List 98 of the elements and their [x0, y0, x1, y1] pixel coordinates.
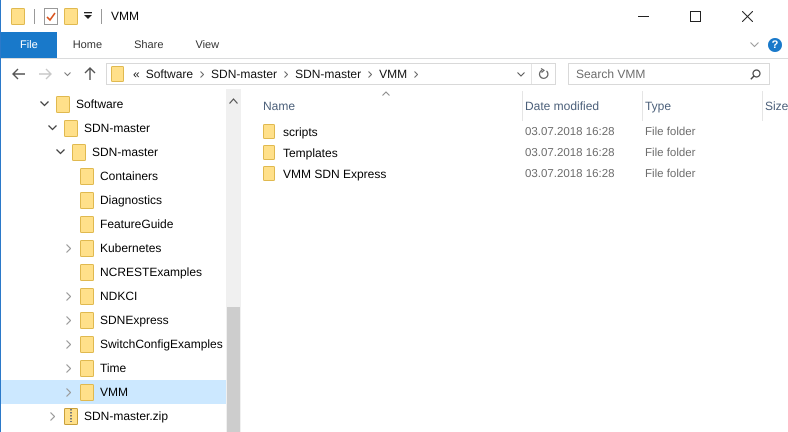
folder-icon: [80, 384, 94, 400]
tree-item[interactable]: VMM: [1, 380, 226, 404]
folder-icon: [80, 240, 94, 256]
scrollbar[interactable]: [226, 89, 241, 432]
folder-icon: [80, 312, 94, 328]
folder-icon: [80, 360, 94, 376]
column-header[interactable]: Type: [643, 91, 763, 121]
ribbon-tab[interactable]: File: [1, 32, 57, 58]
search-icon: [750, 69, 761, 80]
chevron-right-icon[interactable]: [66, 316, 70, 324]
tree-item[interactable]: Diagnostics: [1, 188, 226, 212]
maximize-icon[interactable]: [690, 10, 701, 22]
breadcrumb[interactable]: SDN-master: [292, 67, 364, 81]
file-type: File folder: [645, 146, 696, 158]
properties-icon[interactable]: [44, 8, 58, 24]
tree-item-label: SwitchConfigExamples: [100, 337, 223, 351]
tree-item[interactable]: Kubernetes: [1, 236, 226, 260]
tree-item-label: VMM: [100, 385, 128, 399]
breadcrumb[interactable]: VMM: [376, 67, 410, 81]
ribbon-tab[interactable]: View: [179, 32, 236, 58]
chevron-right-icon[interactable]: [50, 412, 54, 420]
folder-icon: [111, 66, 124, 82]
chevron-right-icon[interactable]: [284, 70, 288, 78]
up-arrow-icon[interactable]: [84, 67, 96, 81]
tree-item-label: SDN-master: [84, 121, 150, 135]
date-modified: 03.07.2018 16:28: [525, 146, 615, 158]
chevron-right-icon[interactable]: [66, 244, 70, 252]
tree-item[interactable]: NCRESTExamples: [1, 260, 226, 284]
tree-item-label: SDNExpress: [100, 313, 169, 327]
tree-item[interactable]: FeatureGuide: [1, 212, 226, 236]
tree-item[interactable]: Containers: [1, 164, 226, 188]
window-title: VMM: [111, 9, 139, 23]
help-button[interactable]: ?: [768, 38, 782, 52]
folder-icon: [263, 124, 275, 139]
folder-icon: [80, 264, 94, 280]
close-icon[interactable]: [742, 10, 753, 22]
tree-item-label: Time: [100, 361, 126, 375]
tree-item-label: SDN-master.zip: [84, 409, 168, 423]
chevron-right-icon[interactable]: [200, 70, 204, 78]
tree-item-label: Diagnostics: [100, 193, 162, 207]
tree-item[interactable]: SDN-master: [1, 140, 226, 164]
tree-item-label: SDN-master: [92, 145, 158, 159]
tree-item-label: Kubernetes: [100, 241, 162, 255]
tree-item[interactable]: SDN-master.zip: [1, 404, 226, 428]
chevron-down-icon[interactable]: [40, 101, 48, 107]
tree-item[interactable]: SDNExpress: [1, 308, 226, 332]
ribbon-tab[interactable]: Home: [56, 32, 118, 58]
back-arrow-icon[interactable]: [12, 68, 26, 80]
overflow-button[interactable]: «: [130, 67, 143, 81]
tree-item[interactable]: SwitchConfigExamples: [1, 332, 226, 356]
address-bar[interactable]: « Software SDN-master SDN-master VMM: [106, 63, 556, 85]
chevron-right-icon[interactable]: [66, 340, 70, 348]
column-header[interactable]: Name: [261, 91, 523, 121]
breadcrumb[interactable]: Software: [142, 67, 196, 81]
tree-item[interactable]: Time: [1, 356, 226, 380]
search-field[interactable]: Search VMM: [568, 63, 770, 85]
chevron-down-icon[interactable]: [517, 72, 525, 76]
tree-item[interactable]: NDKCI: [1, 284, 226, 308]
column-header[interactable]: Size: [763, 91, 788, 121]
sort-up-icon: [382, 91, 390, 96]
folder-icon: [80, 336, 94, 352]
folder-icon: [56, 96, 70, 112]
customize-dropdown-icon[interactable]: [84, 12, 92, 20]
recent-dropdown-icon[interactable]: [64, 72, 71, 76]
date-modified: 03.07.2018 16:28: [525, 126, 615, 138]
column-header[interactable]: Date modified: [523, 91, 643, 121]
zip-folder-icon: [64, 408, 78, 424]
file-name[interactable]: VMM SDN Express: [283, 166, 386, 180]
tree-item-label: NCRESTExamples: [100, 265, 202, 279]
folder-icon: [80, 192, 94, 208]
chevron-down-icon[interactable]: [48, 125, 56, 131]
tree-item-label: NDKCI: [100, 289, 138, 303]
breadcrumb[interactable]: SDN-master: [208, 67, 280, 81]
date-modified: 03.07.2018 16:28: [525, 168, 615, 180]
tree-item-label: Software: [76, 97, 124, 111]
chevron-right-icon[interactable]: [66, 364, 70, 372]
chevron-right-icon[interactable]: [368, 70, 372, 78]
chevron-down-icon[interactable]: [56, 149, 64, 155]
chevron-right-icon[interactable]: [414, 70, 418, 78]
tree-item-label: Containers: [100, 169, 158, 183]
file-type: File folder: [645, 168, 696, 180]
folder-icon: [80, 168, 94, 184]
folder-icon: [72, 144, 86, 160]
file-name[interactable]: scripts: [283, 124, 318, 138]
tree-item[interactable]: Software: [1, 92, 226, 116]
folder-icon: [64, 120, 78, 136]
file-name[interactable]: Templates: [283, 146, 338, 160]
folder-icon: [263, 145, 275, 160]
tree-item-label: FeatureGuide: [100, 217, 174, 231]
folder-icon: [263, 166, 275, 181]
chevron-right-icon[interactable]: [66, 292, 70, 300]
folder-icon: [80, 288, 94, 304]
scroll-up-icon[interactable]: [229, 98, 238, 104]
folder-icon: [80, 216, 94, 232]
ribbon-tab[interactable]: Share: [118, 32, 180, 58]
refresh-icon[interactable]: [538, 68, 549, 80]
tree-item[interactable]: SDN-master: [1, 116, 226, 140]
file-type: File folder: [645, 126, 696, 138]
